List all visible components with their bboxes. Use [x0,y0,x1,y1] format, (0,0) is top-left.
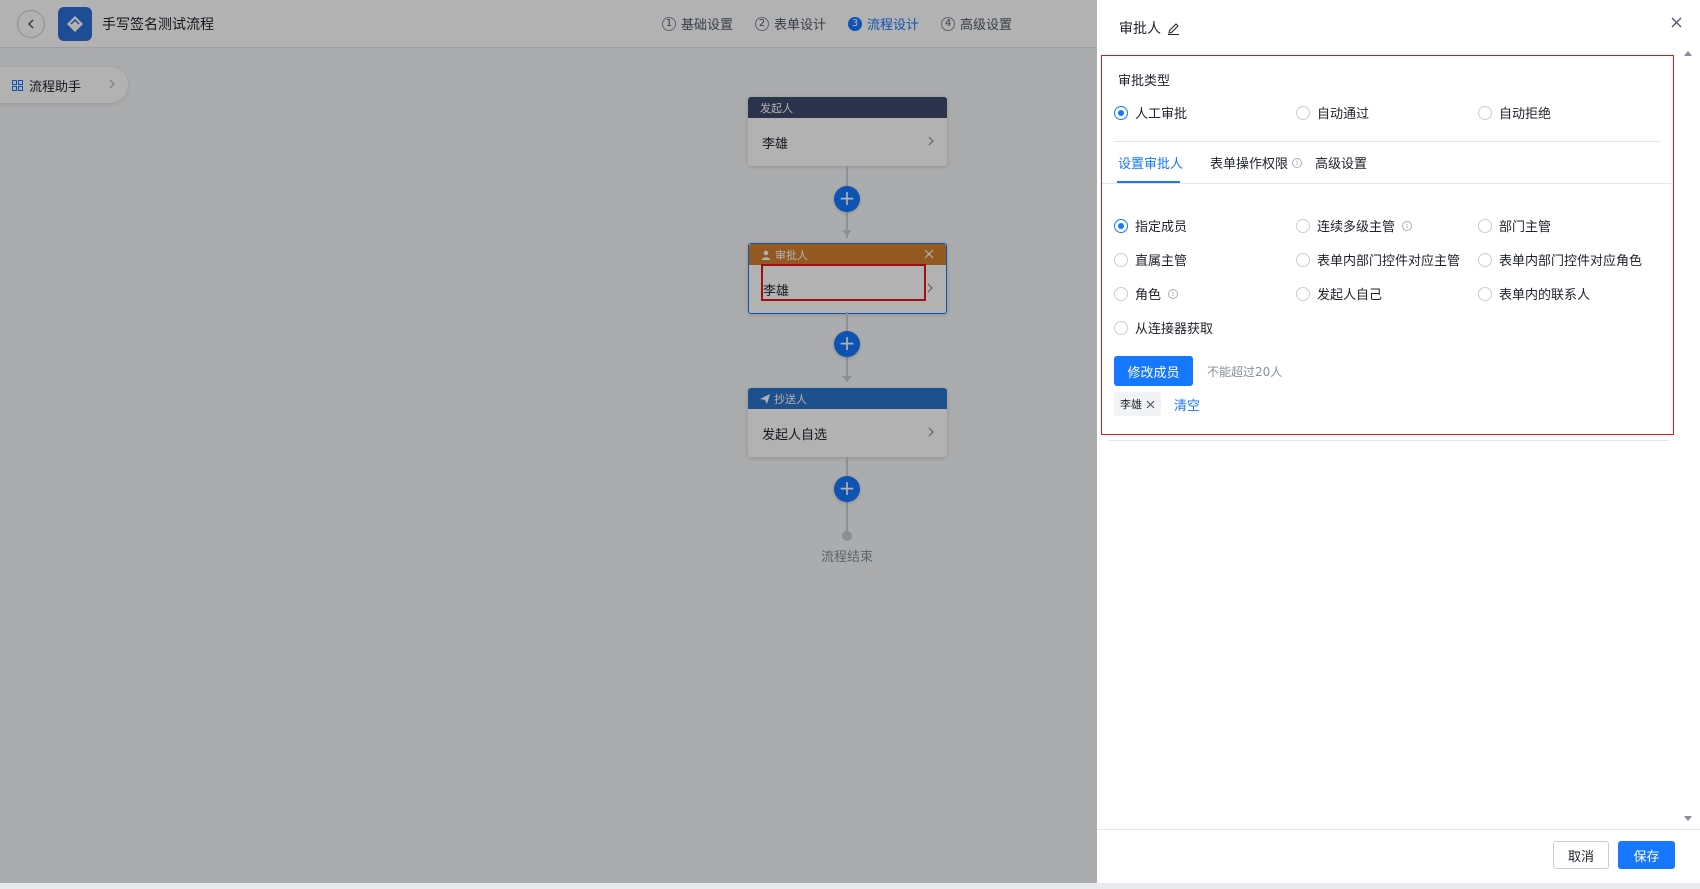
radio-dot [1296,286,1310,301]
radio-dot [1114,252,1128,267]
radio-dot [1478,218,1492,233]
close-icon [1671,17,1681,27]
member-limit-hint: 不能超过20人 [1207,365,1283,379]
info-icon: i [1402,220,1413,231]
clear-link[interactable]: 清空 [1174,395,1200,414]
radio-dot [1114,320,1128,335]
selected-member-tag: 李雄 [1114,392,1161,416]
radio-dot [1114,105,1128,120]
radio-dot [1478,252,1492,267]
radio-dot [1296,105,1310,120]
scroll-down-icon[interactable] [1684,816,1692,822]
modal-mask[interactable] [0,0,1097,883]
edit-icon[interactable] [1167,22,1180,35]
radio-role[interactable]: 角色 i [1114,284,1179,303]
scroll-up-icon[interactable] [1684,50,1692,56]
radio-dot [1478,286,1492,301]
save-button[interactable]: 保存 [1618,841,1675,869]
radio-auto-reject[interactable]: 自动拒绝 [1478,103,1551,122]
radio-form-dept-supervisor[interactable]: 表单内部门控件对应主管 [1296,250,1460,269]
scrollbar[interactable] [1682,50,1694,825]
tab-advanced-settings[interactable]: 高级设置 [1315,153,1367,172]
radio-initiator-self[interactable]: 发起人自己 [1296,284,1382,303]
footer-divider [1097,829,1700,830]
approver-config-panel: 审批类型 人工审批 自动通过 自动拒绝 设置审批人 表单操作权限 i 高级设置 指… [1101,55,1674,435]
remove-tag-icon[interactable] [1146,400,1155,409]
close-button[interactable] [1666,12,1686,32]
window-bottom-strip [0,883,1700,889]
info-icon: i [1168,288,1179,299]
radio-form-contact[interactable]: 表单内的联系人 [1478,284,1590,303]
radio-dot [1114,286,1128,301]
radio-dot [1296,252,1310,267]
radio-department-supervisor[interactable]: 部门主管 [1478,216,1551,235]
info-icon: i [1292,157,1303,168]
tab-set-approver[interactable]: 设置审批人 [1118,153,1183,172]
radio-multi-level-supervisor[interactable]: 连续多级主管 i [1296,216,1413,235]
radio-form-dept-role[interactable]: 表单内部门控件对应角色 [1478,250,1642,269]
radio-designated-members[interactable]: 指定成员 [1114,216,1187,235]
radio-dot [1296,218,1310,233]
tab-form-permissions[interactable]: 表单操作权限 i [1210,153,1303,172]
approver-settings-drawer: 审批人 审批类型 人工审批 自动通过 自动拒绝 设置审批人 表单操作权限 i 高级… [1097,0,1700,883]
divider [1109,440,1669,441]
active-tab-indicator [1117,181,1180,183]
radio-auto-pass[interactable]: 自动通过 [1296,103,1369,122]
drawer-title: 审批人 [1119,18,1180,38]
radio-dot [1478,105,1492,120]
approval-type-label: 审批类型 [1118,74,1171,89]
radio-dot [1114,218,1128,233]
radio-manual-approval[interactable]: 人工审批 [1114,103,1187,122]
tabs-divider [1102,183,1672,184]
cancel-button[interactable]: 取消 [1553,841,1609,869]
modify-members-button[interactable]: 修改成员 [1114,356,1193,386]
radio-direct-supervisor[interactable]: 直属主管 [1114,250,1187,269]
divider [1114,141,1661,142]
radio-from-connector[interactable]: 从连接器获取 [1114,318,1213,337]
